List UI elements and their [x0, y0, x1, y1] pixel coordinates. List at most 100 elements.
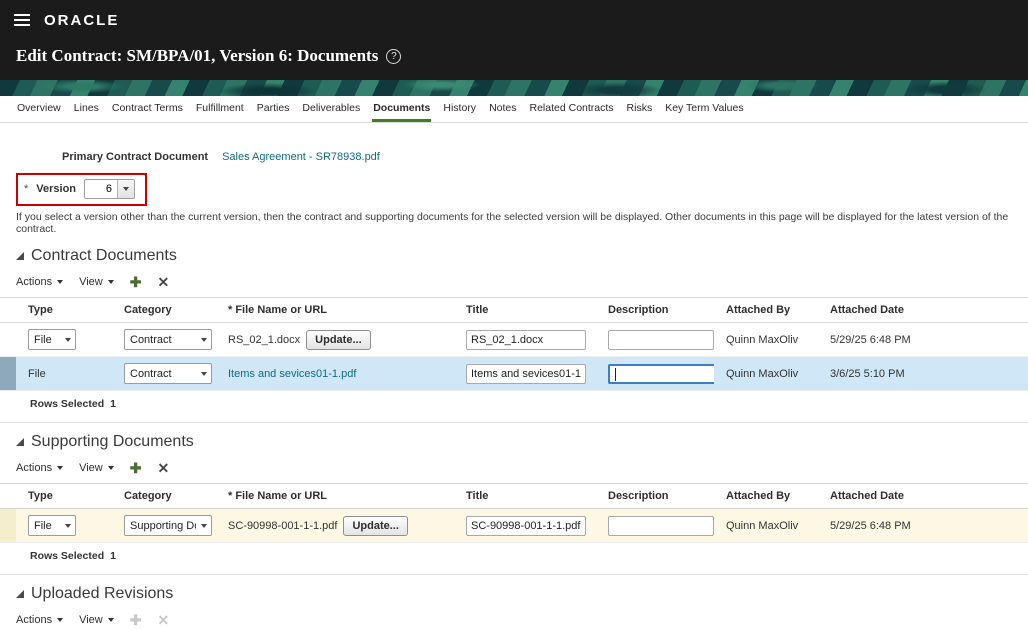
chevron-down-icon	[57, 618, 63, 622]
chevron-down-icon	[201, 372, 207, 376]
category-select[interactable]: Contract	[124, 363, 212, 384]
contract-documents-header[interactable]: Contract Documents	[16, 247, 1028, 265]
row-select-gutter[interactable]	[0, 323, 16, 356]
tab-overview[interactable]: Overview	[16, 96, 62, 122]
type-select[interactable]: File	[28, 515, 76, 536]
update-button[interactable]: Update...	[343, 516, 407, 536]
oracle-logo[interactable]: ORACLE	[44, 12, 119, 29]
table-row-selected[interactable]: File Contract Items and sevices01-1.pdf	[0, 357, 1028, 391]
tab-risks[interactable]: Risks	[626, 96, 654, 122]
view-menu-label: View	[79, 614, 103, 626]
column-header-file[interactable]: * File Name or URL	[216, 304, 454, 316]
actions-menu-label: Actions	[16, 462, 52, 474]
title-input[interactable]	[466, 364, 586, 384]
contract-documents-title: Contract Documents	[31, 247, 177, 265]
version-input[interactable]	[85, 180, 117, 198]
add-icon[interactable]: ✚	[130, 461, 142, 475]
file-name-text: RS_02_1.docx	[228, 334, 300, 346]
version-dropdown-button[interactable]	[117, 180, 134, 198]
column-header-description[interactable]: Description	[596, 490, 714, 502]
tab-deliverables[interactable]: Deliverables	[301, 96, 361, 122]
text-cursor	[615, 368, 616, 381]
tab-parties[interactable]: Parties	[256, 96, 291, 122]
attached-date-text: 5/29/25 6:48 PM	[830, 520, 911, 532]
actions-menu-button[interactable]: Actions	[16, 276, 63, 288]
tab-history[interactable]: History	[442, 96, 477, 122]
chevron-down-icon	[123, 187, 129, 191]
app-header: ORACLE Edit Contract: SM/BPA/01, Version…	[0, 0, 1028, 80]
uploaded-revisions-header[interactable]: Uploaded Revisions	[16, 585, 1028, 603]
column-header-attached-date[interactable]: Attached Date	[818, 304, 1028, 316]
row-select-gutter[interactable]	[0, 509, 16, 542]
column-header-title[interactable]: Title	[454, 490, 596, 502]
actions-menu-label: Actions	[16, 276, 52, 288]
type-select-value: File	[34, 520, 52, 532]
chevron-down-icon	[108, 466, 114, 470]
row-select-gutter-header	[0, 298, 16, 322]
supporting-documents-header[interactable]: Supporting Documents	[16, 433, 1028, 451]
rows-selected-label: Rows Selected	[30, 550, 104, 562]
category-select[interactable]: Contract	[124, 329, 212, 350]
column-header-category[interactable]: Category	[112, 490, 216, 502]
page: ORACLE Edit Contract: SM/BPA/01, Version…	[0, 0, 1028, 630]
collapse-triangle-icon[interactable]	[16, 438, 24, 446]
add-icon[interactable]: ✚	[130, 275, 142, 289]
type-text: File	[28, 368, 46, 380]
help-icon[interactable]: ?	[386, 49, 401, 64]
add-icon-disabled: ✚	[130, 613, 142, 627]
delete-icon[interactable]: ✕	[157, 275, 169, 289]
collapse-triangle-icon[interactable]	[16, 590, 24, 598]
tab-fulfillment[interactable]: Fulfillment	[195, 96, 245, 122]
delete-icon[interactable]: ✕	[157, 461, 169, 475]
column-header-attached-by[interactable]: Attached By	[714, 490, 818, 502]
column-header-attached-date[interactable]: Attached Date	[818, 490, 1028, 502]
version-annotation-highlight: * Version	[16, 173, 147, 206]
required-marker: *	[24, 183, 28, 195]
page-title-text: Edit Contract: SM/BPA/01, Version 6: Doc…	[16, 46, 378, 66]
row-select-gutter-header	[0, 484, 16, 508]
table-row[interactable]: File Contract RS_02_1.docx Update... Q	[0, 323, 1028, 357]
file-name-link[interactable]: Items and sevices01-1.pdf	[228, 368, 356, 380]
description-input[interactable]	[608, 516, 714, 536]
row-select-gutter[interactable]	[0, 357, 16, 390]
collapse-triangle-icon[interactable]	[16, 252, 24, 260]
tab-lines[interactable]: Lines	[73, 96, 100, 122]
title-input[interactable]	[466, 330, 586, 350]
supporting-documents-title: Supporting Documents	[31, 433, 194, 451]
hamburger-menu-icon[interactable]	[14, 14, 30, 26]
tab-related-contracts[interactable]: Related Contracts	[529, 96, 615, 122]
column-header-attached-by[interactable]: Attached By	[714, 304, 818, 316]
type-select-value: File	[34, 334, 52, 346]
uploaded-revisions-title: Uploaded Revisions	[31, 585, 173, 603]
description-input-focused[interactable]	[608, 364, 714, 384]
column-header-description[interactable]: Description	[596, 304, 714, 316]
column-header-file[interactable]: * File Name or URL	[216, 490, 454, 502]
actions-menu-button[interactable]: Actions	[16, 462, 63, 474]
column-header-category[interactable]: Category	[112, 304, 216, 316]
category-select[interactable]: Supporting Doc	[124, 515, 212, 536]
column-header-title[interactable]: Title	[454, 304, 596, 316]
primary-contract-document-link[interactable]: Sales Agreement - SR78938.pdf	[222, 151, 380, 163]
update-button[interactable]: Update...	[306, 330, 370, 350]
tab-notes[interactable]: Notes	[488, 96, 517, 122]
version-help-text: If you select a version other than the c…	[16, 211, 1028, 235]
view-menu-button[interactable]: View	[79, 614, 114, 626]
view-menu-button[interactable]: View	[79, 462, 114, 474]
actions-menu-button[interactable]: Actions	[16, 614, 63, 626]
column-header-type[interactable]: Type	[16, 490, 112, 502]
type-select[interactable]: File	[28, 329, 76, 350]
tab-key-term-values[interactable]: Key Term Values	[664, 96, 744, 122]
version-dropdown[interactable]	[84, 179, 135, 199]
view-menu-button[interactable]: View	[79, 276, 114, 288]
tab-documents[interactable]: Documents	[372, 96, 431, 122]
uploaded-revisions-section: Uploaded Revisions Actions View ✚ ✕	[0, 574, 1028, 627]
tab-contract-terms[interactable]: Contract Terms	[111, 96, 184, 122]
rows-selected-status: Rows Selected 1	[30, 398, 1028, 410]
title-input[interactable]	[466, 516, 586, 536]
contract-documents-section: Contract Documents Actions View ✚ ✕ Type…	[0, 247, 1028, 410]
column-header-type[interactable]: Type	[16, 304, 112, 316]
decorative-banner-image	[0, 80, 1028, 96]
category-select-value: Contract	[130, 368, 172, 380]
table-row[interactable]: File Supporting Doc SC-90998-001-1-1.pdf…	[0, 509, 1028, 543]
description-input[interactable]	[608, 330, 714, 350]
